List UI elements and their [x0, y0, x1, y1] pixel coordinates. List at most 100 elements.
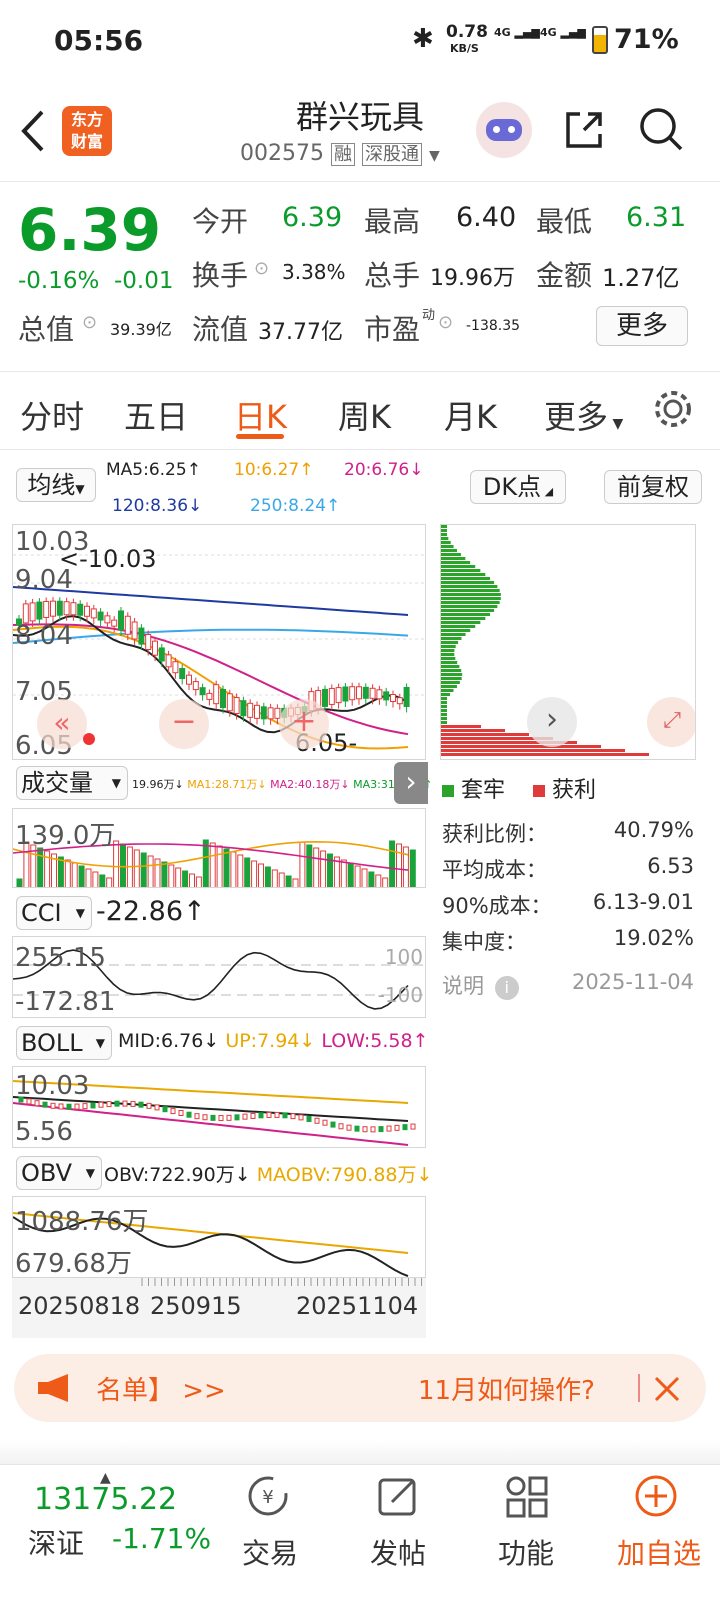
post-icon[interactable] [376, 1474, 420, 1518]
expand-indicators-button[interactable]: › [394, 762, 428, 804]
tab-monthly-k[interactable]: 月K [444, 392, 497, 438]
obv-select[interactable]: OBV ▼ [16, 1156, 102, 1190]
close-icon[interactable] [654, 1376, 680, 1402]
chip-bar-trapped [441, 553, 461, 556]
app-logo[interactable]: 东方 财富 [62, 106, 112, 156]
candle-body [186, 674, 192, 685]
volume-chart[interactable]: 139.0万 [12, 808, 426, 888]
candle-body [233, 697, 240, 715]
obv-chart[interactable]: 1088.76万 679.68万 [12, 1196, 426, 1278]
boll-candle [130, 1100, 136, 1107]
more-quote-button[interactable]: 更多 [596, 306, 688, 346]
chip-next-button[interactable]: › [527, 697, 577, 747]
candle-body [390, 694, 396, 703]
ma-select[interactable]: 均线▼ [16, 468, 96, 502]
chart-tabs: 分时 五日 日K 周K 月K 更多 ▼ [0, 372, 720, 450]
volume-bar [175, 867, 182, 887]
tab-more[interactable]: 更多 ▼ [544, 392, 623, 438]
volume-bar [327, 853, 333, 887]
signal-icon-2: 4G ▂▄▆ [540, 26, 586, 39]
candle-body [369, 687, 376, 699]
index-change: -1.71% [112, 1522, 212, 1555]
volume-bar [57, 856, 64, 887]
boll-candle [42, 1101, 48, 1108]
boll-candle [210, 1114, 216, 1121]
tab-intraday[interactable]: 分时 [20, 392, 84, 438]
promo-banner[interactable]: 名单】 >> 11月如何操作? [14, 1354, 706, 1422]
trade-icon[interactable]: ¥ [246, 1474, 290, 1518]
volume-bar [92, 871, 99, 887]
chip-bar-trapped [441, 565, 476, 568]
volume-bar [85, 868, 92, 887]
active-tab-indicator [236, 434, 284, 439]
kline-chart[interactable]: 10.03 <-10.03 9.04 8.04 7.05 6.05 6.05- … [12, 524, 426, 760]
volume-bar [126, 846, 133, 887]
boll-candle [106, 1101, 112, 1108]
expand-icon[interactable]: ⤢ [647, 697, 695, 747]
nav-trade[interactable]: 交易 [220, 1532, 320, 1572]
chip-bar-trapped [441, 673, 463, 676]
boll-candle [90, 1102, 96, 1109]
back-icon[interactable] [16, 106, 50, 156]
note-label[interactable]: 说明 [442, 974, 484, 998]
candle-body [90, 608, 97, 619]
chip-bar-trapped [441, 681, 460, 684]
volume-bar [37, 847, 44, 887]
cci-chart[interactable]: 255.15 -172.81 100 -100 [12, 936, 426, 1018]
megaphone-icon [38, 1374, 68, 1402]
low-label: 最低 [536, 205, 593, 238]
share-icon[interactable] [562, 108, 606, 152]
scroll-left-button[interactable]: « [37, 699, 87, 749]
cci-select[interactable]: CCI ▼ [16, 896, 92, 930]
chip-date: 2025-11-04 [571, 970, 694, 994]
ma10-label: 10:6.27↑ [234, 460, 314, 480]
volume-select[interactable]: 成交量 ▼ [16, 766, 128, 800]
tab-five-day[interactable]: 五日 [124, 392, 188, 438]
candle-body [267, 707, 274, 720]
info-icon[interactable]: i [494, 976, 519, 1000]
zoom-out-button[interactable]: − [159, 699, 209, 749]
functions-icon[interactable] [504, 1474, 548, 1518]
volume-bar [251, 860, 258, 887]
turnover-value: 3.38% [282, 260, 346, 284]
boll-labels: MID:6.76↓ UP:7.94↓ LOW:5.58↑ [118, 1030, 429, 1052]
boll-chart[interactable]: 10.03 5.56 [12, 1066, 426, 1148]
search-icon[interactable] [638, 106, 684, 154]
volume-bar [140, 852, 147, 887]
chip-bar-trapped [441, 597, 501, 600]
tab-daily-k[interactable]: 日K [234, 392, 287, 438]
up-arrow-icon: ▲ [100, 1470, 111, 1486]
boll-select[interactable]: BOLL ▼ [16, 1026, 112, 1060]
volume-bar [154, 858, 161, 887]
ma120-label: 120:8.36↓ [112, 496, 203, 516]
add-watchlist-icon[interactable] [634, 1474, 678, 1518]
amount-value: 1.27亿 [602, 264, 680, 292]
volume-bar [106, 877, 113, 887]
gear-icon[interactable] [652, 388, 694, 430]
info-dots-icon[interactable]: ⊙ [82, 312, 97, 333]
tab-weekly-k[interactable]: 周K [338, 392, 391, 438]
amount-label: 金额 [536, 259, 593, 292]
candle-body [206, 692, 213, 700]
candle-body [240, 700, 247, 717]
volume-bar [368, 871, 375, 887]
chip-bar-trapped [441, 609, 495, 612]
nav-post[interactable]: 发帖 [348, 1532, 448, 1572]
date-start: 20250818 [18, 1292, 141, 1320]
boll-candle [258, 1112, 264, 1119]
pe-info-icon[interactable]: ⊙ [438, 312, 453, 333]
chip-distribution-chart[interactable]: ‹ › ⤢ [440, 524, 696, 760]
candle-body [29, 602, 36, 622]
date-end: 20251104 [296, 1292, 419, 1320]
zoom-in-button[interactable]: + [279, 699, 329, 749]
index-value[interactable]: 13175.22 [34, 1482, 177, 1517]
adjust-mode-button[interactable]: 前复权 [604, 470, 702, 504]
boll-candle [354, 1125, 360, 1132]
nav-add-watchlist[interactable]: 加自选 [604, 1532, 714, 1572]
stock-code-row: 002575 融 深股通 ▼ [240, 141, 440, 166]
chip-bar-trapped [441, 629, 471, 632]
nav-functions[interactable]: 功能 [476, 1532, 576, 1572]
dk-point-button[interactable]: DK点 ◢ [470, 470, 566, 504]
turnover-info-icon[interactable]: ⊙ [254, 258, 269, 279]
assistant-robot-icon[interactable] [476, 102, 532, 158]
